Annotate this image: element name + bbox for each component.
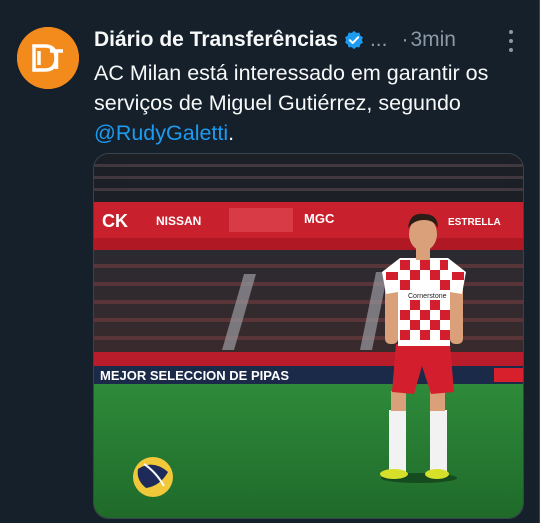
more-dot: [509, 39, 513, 43]
tweet-text-end: .: [228, 121, 235, 145]
football: [133, 457, 173, 497]
more-dot: [509, 48, 513, 52]
football-player-photo: CK NISSAN MGC ESTRELLA MEJOR SELECCION D…: [94, 154, 523, 518]
tweet-text: AC Milan está interessado em garantir os…: [94, 58, 524, 148]
ad-pipas: MEJOR SELECCION DE PIPAS: [100, 368, 289, 383]
led-strip: [94, 352, 523, 366]
ad-panel: [229, 208, 293, 232]
ad-ck-logo: CK: [102, 211, 128, 231]
dt-logo-icon: [17, 27, 79, 89]
name-overflow-ellipsis: ...: [369, 28, 388, 51]
verified-badge-icon[interactable]: [344, 30, 364, 50]
author-name[interactable]: Diário de Transferências: [94, 28, 338, 52]
meta-separator: ·: [401, 28, 409, 51]
tweet-media-photo[interactable]: CK NISSAN MGC ESTRELLA MEJOR SELECCION D…: [93, 153, 524, 519]
author-avatar[interactable]: [17, 27, 79, 89]
player-right-boot: [425, 469, 449, 479]
player-left-sock: [389, 410, 406, 472]
stand-ribbon: [94, 238, 523, 250]
player-left-boot: [380, 469, 408, 479]
player-right-knee: [430, 391, 445, 411]
pitch: [94, 384, 523, 518]
tweet-timestamp[interactable]: 3min: [410, 28, 456, 52]
tweet-header: Diário de Transferências ... · 3min: [94, 26, 520, 54]
ad-mgc: MGC: [304, 211, 335, 226]
more-options-icon[interactable]: [508, 30, 514, 52]
tweet-text-main: AC Milan está interessado em garantir os…: [94, 61, 489, 115]
more-dot: [509, 30, 513, 34]
mention-link[interactable]: @RudyGaletti: [94, 121, 228, 145]
ad-panel-red: [494, 368, 523, 382]
ad-estrella: ESTRELLA: [448, 217, 501, 228]
player-right-sock: [430, 410, 447, 472]
ad-nissan: NISSAN: [156, 214, 201, 228]
jersey-sponsor: Cornerstone: [408, 293, 447, 300]
player-left-knee: [391, 391, 406, 411]
